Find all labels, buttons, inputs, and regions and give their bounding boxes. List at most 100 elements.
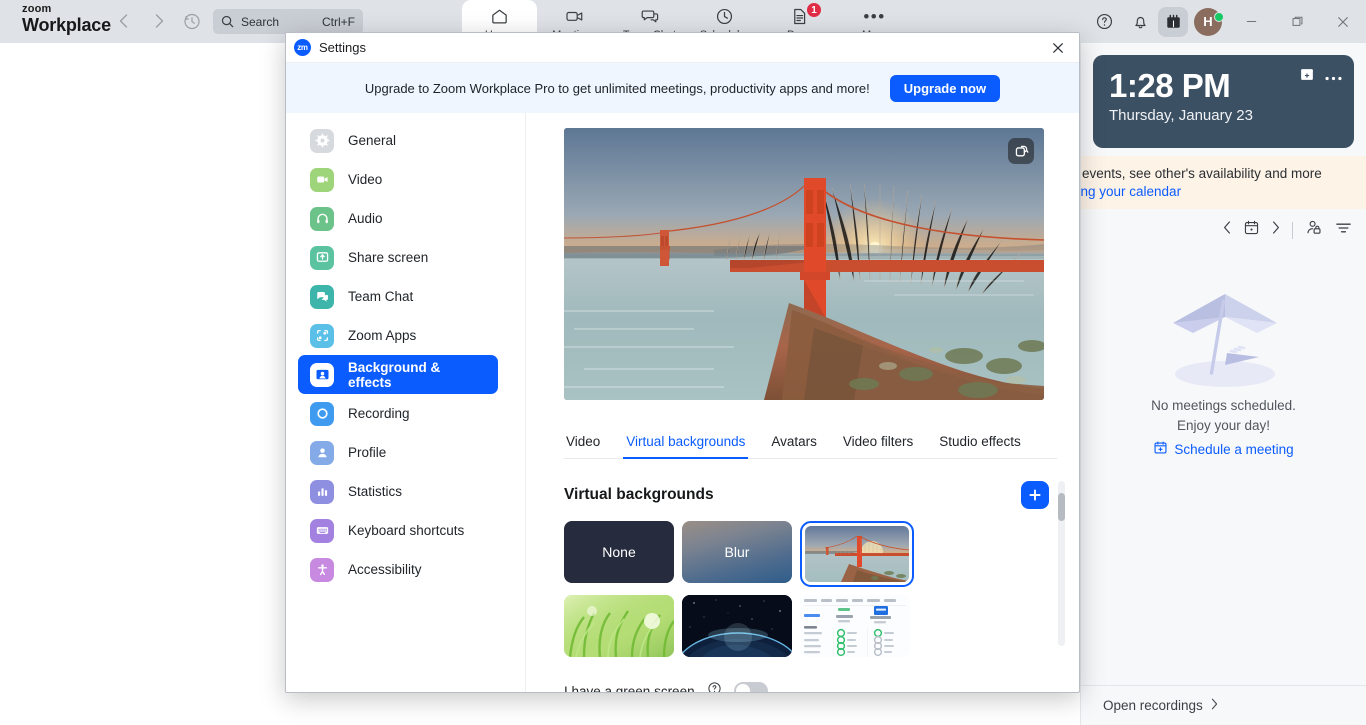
add-calendar-icon[interactable] [1299, 66, 1315, 87]
chevron-right-icon [1211, 698, 1218, 713]
sidebar-item-general[interactable]: General [298, 121, 498, 160]
sidebar-item-team-chat[interactable]: Team Chat [298, 277, 498, 316]
availability-icon[interactable] [1305, 219, 1323, 241]
zoom-logo-icon: zm [294, 39, 311, 56]
green-screen-toggle[interactable] [733, 682, 768, 692]
empty-meetings-state: No meetings scheduled. Enjoy your day! S… [1081, 271, 1366, 458]
open-recordings-label: Open recordings [1103, 698, 1203, 713]
next-day-icon[interactable] [1272, 221, 1280, 239]
video-preview [564, 128, 1044, 400]
history-clock-icon[interactable] [182, 11, 202, 31]
bell-notification-icon[interactable] [1122, 4, 1158, 40]
background-option-document[interactable] [800, 595, 910, 657]
gear-icon [310, 128, 334, 153]
background-option-none[interactable]: None [564, 521, 674, 583]
sidebar-item-profile[interactable]: Profile [298, 433, 498, 472]
calendar-plus-icon [1153, 440, 1168, 458]
sidebar-item-label: Team Chat [348, 289, 414, 304]
search-placeholder: Search [241, 14, 280, 29]
background-thumbnail-bridge [805, 526, 909, 582]
more-options-icon[interactable] [1325, 68, 1342, 86]
dialog-close-button[interactable] [1037, 33, 1079, 63]
sidebar-item-label: Audio [348, 211, 383, 226]
calendar-toolbar [1081, 209, 1366, 247]
headphones-icon [310, 206, 334, 231]
promo-connect-link[interactable]: cting your calendar [1067, 184, 1366, 199]
dialog-title: Settings [319, 40, 366, 55]
previous-day-icon[interactable] [1223, 221, 1231, 239]
bar-chart-icon [310, 479, 334, 504]
schedule-a-meeting-link[interactable]: Schedule a meeting [1081, 440, 1366, 458]
sidebar-item-share-screen[interactable]: Share screen [298, 238, 498, 277]
backgrounds-scrollbar[interactable] [1058, 481, 1065, 646]
tab-video[interactable]: Video [566, 434, 600, 458]
upgrade-now-button[interactable]: Upgrade now [889, 74, 1001, 102]
background-effects-panel: Video Virtual backgrounds Avatars Video … [526, 113, 1079, 692]
sidebar-item-label: Profile [348, 445, 387, 460]
ellipsis-icon: ••• [863, 6, 886, 26]
record-circle-icon [310, 401, 334, 426]
search-icon [221, 15, 234, 28]
tab-video-filters[interactable]: Video filters [843, 434, 913, 458]
virtual-backgrounds-grid: None Blur [564, 521, 1024, 657]
avatar[interactable]: H [1188, 7, 1228, 36]
clock-card: 1:28 PM Thursday, January 23 [1093, 55, 1354, 148]
sidebar-item-statistics[interactable]: Statistics [298, 472, 498, 511]
header-actions: H [1086, 0, 1366, 43]
schedule-link-label: Schedule a meeting [1174, 441, 1294, 457]
sidebar-item-keyboard-shortcuts[interactable]: Keyboard shortcuts [298, 511, 498, 550]
sidebar-item-recording[interactable]: Recording [298, 394, 498, 433]
mirror-video-icon[interactable] [1008, 138, 1034, 164]
green-screen-label: I have a green screen [564, 683, 695, 693]
gift-calendar-icon[interactable] [1158, 6, 1188, 37]
help-icon[interactable] [1086, 4, 1122, 40]
filter-icon[interactable] [1335, 221, 1352, 240]
keyboard-icon [310, 518, 334, 543]
restore-icon[interactable] [1274, 0, 1320, 43]
close-icon[interactable] [1320, 0, 1366, 43]
background-option-blur[interactable]: Blur [682, 521, 792, 583]
search-input[interactable]: Search Ctrl+F [213, 9, 363, 34]
docs-badge-count: 1 [806, 2, 822, 18]
sidebar-item-label: General [348, 133, 397, 148]
background-option-grass[interactable] [564, 595, 674, 657]
sidebar-item-label: Share screen [348, 250, 429, 265]
empty-state-line-2: Enjoy your day! [1176, 418, 1271, 433]
open-recordings-button[interactable]: Open recordings [1081, 685, 1366, 725]
presence-available-indicator [1214, 11, 1224, 22]
settings-dialog: zm Settings Upgrade to Zoom Workplace Pr… [285, 32, 1080, 693]
sidebar-item-background-effects[interactable]: Background & effects [298, 355, 498, 394]
chat-bubbles-icon [310, 284, 334, 309]
sidebar-item-zoom-apps[interactable]: Zoom Apps [298, 316, 498, 355]
tab-studio-effects[interactable]: Studio effects [939, 434, 1021, 458]
calendar-connect-promo: to events, see other's availability and … [1067, 156, 1366, 209]
background-option-label: None [602, 544, 636, 560]
nav-back-button[interactable] [112, 10, 134, 32]
minimize-icon[interactable] [1228, 0, 1274, 43]
add-background-button[interactable] [1021, 481, 1049, 509]
help-circle-icon[interactable] [707, 681, 722, 692]
share-screen-icon [310, 245, 334, 270]
sidebar-item-audio[interactable]: Audio [298, 199, 498, 238]
brand-workplace-text: Workplace [22, 15, 111, 35]
background-option-bridge-selected[interactable] [800, 521, 914, 587]
promo-line-1: to events, see other's availability and … [1067, 166, 1322, 181]
effects-tabs: Video Virtual backgrounds Avatars Video … [564, 434, 1057, 459]
sidebar-item-accessibility[interactable]: Accessibility [298, 550, 498, 589]
nav-forward-button[interactable] [148, 10, 170, 32]
sidebar-item-label: Video [348, 172, 383, 187]
today-calendar-icon[interactable] [1243, 219, 1260, 241]
sidebar-item-label: Statistics [348, 484, 403, 499]
person-icon [310, 440, 334, 465]
scrollbar-thumb[interactable] [1058, 493, 1065, 521]
settings-sidebar: General Video Audio Share screen Team Ch… [286, 113, 526, 692]
current-date: Thursday, January 23 [1109, 107, 1253, 124]
tab-avatars[interactable]: Avatars [771, 434, 817, 458]
section-title: Virtual backgrounds [564, 486, 714, 503]
background-option-space[interactable] [682, 595, 792, 657]
sidebar-item-video[interactable]: Video [298, 160, 498, 199]
tab-virtual-backgrounds[interactable]: Virtual backgrounds [623, 434, 749, 459]
clock-icon [715, 6, 734, 27]
dialog-titlebar: zm Settings [286, 33, 1079, 63]
upgrade-banner-text: Upgrade to Zoom Workplace Pro to get unl… [364, 80, 870, 96]
